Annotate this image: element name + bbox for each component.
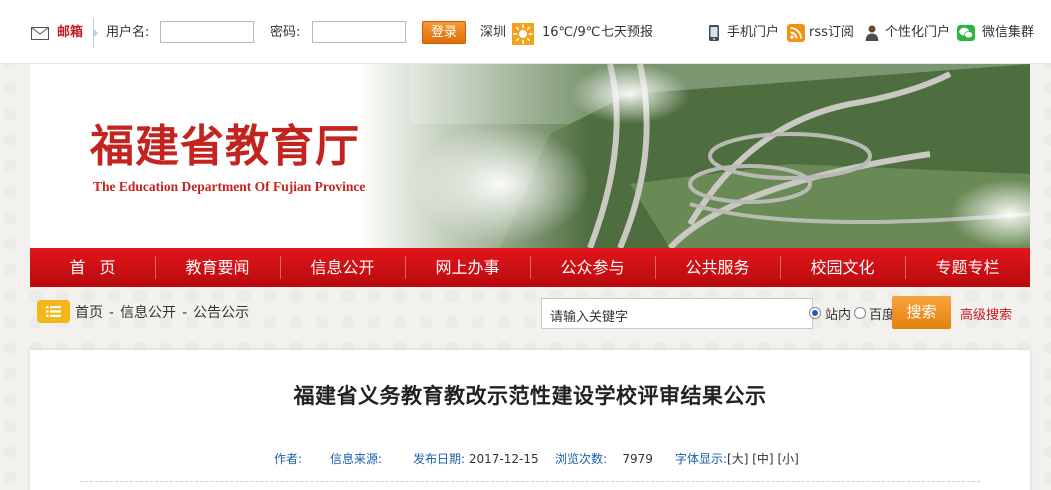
scope-radio-site[interactable] xyxy=(809,307,821,319)
nav-item-special-topics[interactable]: 专题专栏 xyxy=(905,248,1030,287)
font-size-label: 字体显示: xyxy=(675,452,728,466)
mail-link[interactable]: 邮箱 xyxy=(57,24,83,42)
date-label: 发布日期: xyxy=(413,452,466,466)
nav-item-campus-culture[interactable]: 校园文化 xyxy=(780,248,905,287)
username-input[interactable] xyxy=(160,21,254,43)
rss-link[interactable]: rss订阅 xyxy=(809,24,854,42)
top-bar: 邮箱 用户名: 密码: 登录 深圳 16℃/9℃ 七天预报 手机门户 rss订阅… xyxy=(0,0,1051,64)
breadcrumb-announcements[interactable]: 公告公示 xyxy=(193,305,249,321)
breadcrumb-info-disclosure[interactable]: 信息公开 xyxy=(120,305,176,321)
views-label: 浏览次数: xyxy=(555,452,608,466)
author-label: 作者: xyxy=(274,452,303,466)
nav-item-home[interactable]: 首页 xyxy=(30,248,155,287)
breadcrumb-separator: - xyxy=(109,305,115,321)
article-source: 信息来源: xyxy=(330,450,382,467)
breadcrumb-separator: - xyxy=(182,305,188,321)
search-button[interactable]: 搜索 xyxy=(892,296,951,329)
scope-radio-baidu[interactable] xyxy=(854,307,866,319)
font-size-small[interactable]: [小] xyxy=(777,452,798,466)
search-input[interactable]: 请输入关键字 xyxy=(541,298,813,329)
nav-item-info-disclosure[interactable]: 信息公开 xyxy=(280,248,405,287)
personal-portal-link[interactable]: 个性化门户 xyxy=(885,24,950,42)
divider xyxy=(93,18,101,48)
password-input[interactable] xyxy=(312,21,406,43)
mobile-icon[interactable] xyxy=(705,24,723,42)
article-panel: 福建省义务教育教改示范性建设学校评审结果公示 作者: 信息来源: 发布日期: 2… xyxy=(30,350,1030,490)
rss-icon[interactable] xyxy=(787,24,805,42)
article-author: 作者: xyxy=(274,450,302,467)
site-banner: 福建省教育厅 The Education Department Of Fujia… xyxy=(30,64,1030,248)
scope-label-site[interactable]: 站内 xyxy=(825,304,851,323)
breadcrumb-bar: 首页 - 信息公开 - 公告公示 请输入关键字 站内 百度 搜索 高级搜索 xyxy=(30,287,1030,341)
source-label: 信息来源: xyxy=(330,452,383,466)
search-placeholder: 请输入关键字 xyxy=(550,310,629,325)
sunny-weather-icon xyxy=(512,23,534,45)
advanced-search-link[interactable]: 高级搜索 xyxy=(960,304,1012,323)
wechat-icon[interactable] xyxy=(957,24,975,42)
breadcrumb: 首页 - 信息公开 - 公告公示 xyxy=(75,302,249,322)
date-value: 2017-12-15 xyxy=(468,452,539,466)
mobile-portal-link[interactable]: 手机门户 xyxy=(727,24,779,42)
font-size-control: 字体显示:[大] [中] [小] xyxy=(675,450,799,467)
nav-item-education-news[interactable]: 教育要闻 xyxy=(155,248,280,287)
forecast-link[interactable]: 七天预报 xyxy=(601,24,653,42)
font-size-large[interactable]: [大] xyxy=(727,452,748,466)
site-subtitle: The Education Department Of Fujian Provi… xyxy=(93,179,366,194)
wechat-cluster-link[interactable]: 微信集群 xyxy=(982,24,1034,42)
article-title: 福建省义务教育教改示范性建设学校评审结果公示 xyxy=(293,384,767,408)
password-label: 密码: xyxy=(270,25,301,40)
main-nav: 首页 教育要闻 信息公开 网上办事 公众参与 公共服务 校园文化 专题专栏 xyxy=(30,248,1030,287)
article-date: 发布日期: 2017-12-15 xyxy=(413,450,539,467)
person-icon[interactable] xyxy=(863,24,881,42)
username-label: 用户名: xyxy=(106,25,150,40)
nav-item-public-service[interactable]: 公共服务 xyxy=(655,248,780,287)
login-button[interactable]: 登录 xyxy=(422,21,466,44)
weather-city: 深圳 xyxy=(480,25,507,40)
weather-temperature: 16℃/9℃ xyxy=(542,25,601,40)
list-icon xyxy=(37,300,70,323)
font-size-medium[interactable]: [中] xyxy=(752,452,773,466)
nav-item-online-services[interactable]: 网上办事 xyxy=(405,248,530,287)
site-title: 福建省教育厅 xyxy=(90,121,360,172)
mail-icon[interactable] xyxy=(31,27,49,40)
meta-divider xyxy=(80,481,980,482)
views-value: 7979 xyxy=(622,452,653,466)
article-views: 浏览次数: 7979 xyxy=(555,450,653,467)
nav-item-public-participation[interactable]: 公众参与 xyxy=(530,248,655,287)
breadcrumb-home[interactable]: 首页 xyxy=(75,305,103,321)
